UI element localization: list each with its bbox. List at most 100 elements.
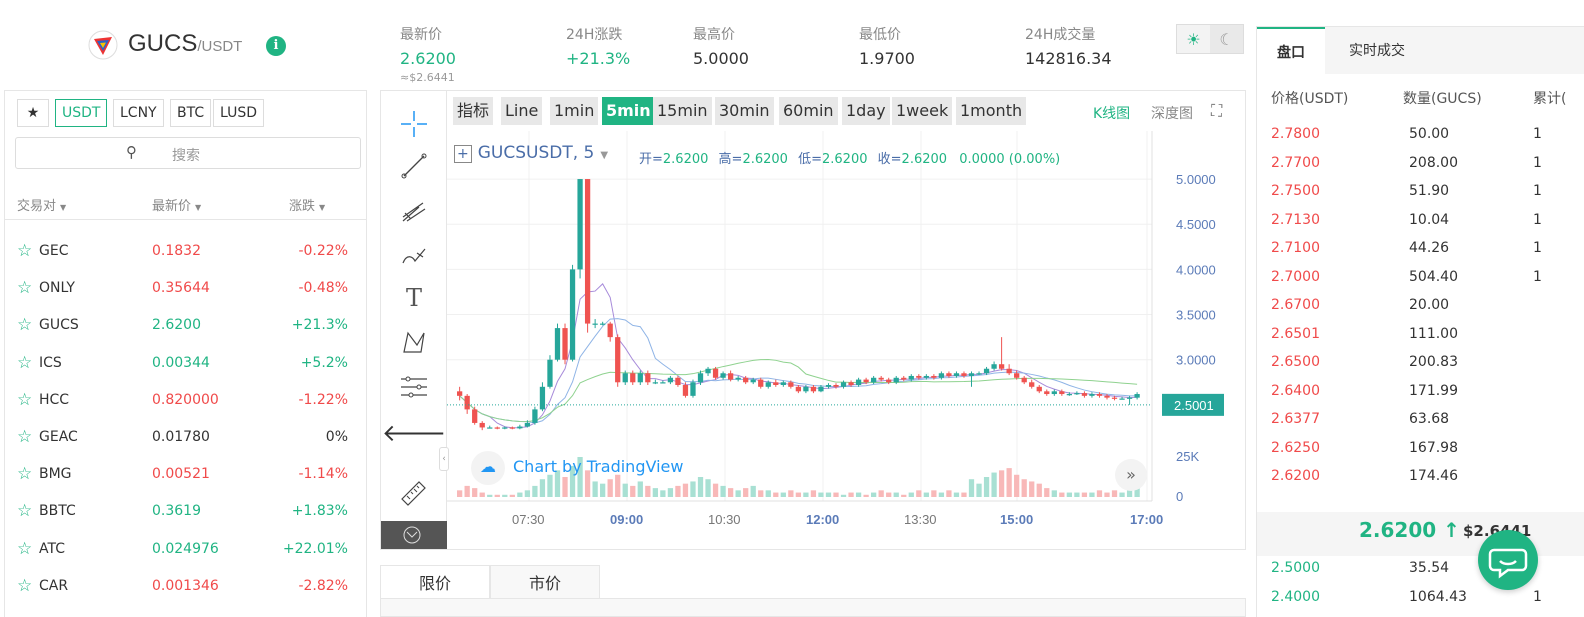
market-row[interactable]: ☆ GEAC 0.01780 0%: [5, 419, 366, 456]
volume-bar: [931, 490, 937, 497]
brush-icon[interactable]: [394, 237, 434, 271]
tradingview-watermark[interactable]: ☁ Chart by TradingView: [471, 451, 683, 485]
timeframe-button[interactable]: 1day: [842, 97, 890, 125]
ask-price: 2.6250: [1271, 439, 1320, 456]
kline-tab[interactable]: K线图: [1093, 103, 1130, 123]
text-icon[interactable]: T: [394, 281, 434, 315]
star-icon[interactable]: ☆: [17, 315, 32, 335]
star-icon[interactable]: ☆: [17, 576, 32, 596]
star-icon[interactable]: ☆: [17, 501, 32, 521]
market-row[interactable]: ☆ BMG 0.00521 -1.14%: [5, 456, 366, 493]
tab-market[interactable]: 市价: [490, 565, 600, 601]
chat-bubble-icon: [1488, 548, 1528, 579]
market-tab[interactable]: LUSD: [213, 99, 265, 127]
ask-row[interactable]: 2.7700 208.00 1: [1257, 151, 1584, 179]
info-icon[interactable]: i: [266, 36, 286, 56]
ma-line: [459, 318, 1138, 424]
volume-bar: [765, 490, 771, 497]
timeframe-button[interactable]: 1min: [550, 97, 599, 125]
market-tab[interactable]: USDT: [55, 99, 108, 127]
market-tab[interactable]: BTC: [170, 99, 212, 127]
column-pair[interactable]: 交易对 ▼: [17, 195, 66, 214]
back-arrow-icon[interactable]: 🡐: [382, 415, 446, 449]
depth-tab[interactable]: 深度图: [1151, 103, 1193, 123]
ask-row[interactable]: 2.7100 44.26 1: [1257, 236, 1584, 264]
market-row[interactable]: ☆ GEC 0.1832 -0.22%: [5, 233, 366, 270]
trendline-icon[interactable]: [394, 149, 434, 183]
pattern-icon[interactable]: [394, 325, 434, 359]
theme-switch[interactable]: ☀ ☾: [1176, 24, 1244, 54]
ask-cum: 1: [1533, 126, 1542, 142]
timeframe-button[interactable]: 60min: [779, 97, 838, 125]
market-row[interactable]: ☆ ICS 0.00344 +5.2%: [5, 345, 366, 382]
ask-row[interactable]: 2.6250 167.98: [1257, 436, 1584, 464]
scroll-right-button[interactable]: »: [1115, 459, 1147, 491]
candle-body: [1051, 391, 1057, 395]
search-input[interactable]: 搜索: [172, 145, 200, 165]
timeframe-button[interactable]: 15min: [653, 97, 712, 125]
ask-row[interactable]: 2.6700 20.00: [1257, 293, 1584, 321]
ruler-icon[interactable]: [394, 475, 434, 509]
star-icon[interactable]: ☆: [17, 390, 32, 410]
volume-bar: [1051, 490, 1057, 497]
column-change[interactable]: 涨跌 ▼: [289, 195, 325, 214]
chat-button[interactable]: [1478, 530, 1538, 590]
market-row[interactable]: ☆ ATC 0.024976 +22.01%: [5, 531, 366, 568]
ask-row[interactable]: 2.7130 10.04 1: [1257, 208, 1584, 236]
search-box[interactable]: ⚲ 搜索: [15, 137, 361, 169]
ask-row[interactable]: 2.6500 200.83: [1257, 350, 1584, 378]
timeframe-button[interactable]: 1week: [892, 97, 953, 125]
ask-row[interactable]: 2.6400 171.99: [1257, 379, 1584, 407]
measure-icon[interactable]: [394, 369, 434, 403]
market-row[interactable]: ☆ CAR 0.001346 -2.82%: [5, 568, 366, 605]
time-tick: 12:00: [806, 512, 839, 527]
star-icon[interactable]: ☆: [17, 241, 32, 261]
timeframe-button[interactable]: 5min: [602, 97, 655, 125]
time-tick: 15:00: [1000, 512, 1033, 527]
candle-body: [690, 382, 696, 396]
ask-row[interactable]: 2.6200 174.46: [1257, 464, 1584, 492]
candle-body: [818, 386, 824, 392]
market-tab[interactable]: LCNY: [113, 99, 164, 127]
fullscreen-icon[interactable]: ⛶: [1211, 101, 1222, 121]
volume-bar: [788, 490, 794, 497]
star-icon[interactable]: ☆: [17, 353, 32, 373]
ask-price: 2.7130: [1271, 211, 1320, 228]
column-price[interactable]: 最新价 ▼: [152, 195, 201, 214]
ask-row[interactable]: 2.6501 111.00: [1257, 322, 1584, 350]
timeframe-button[interactable]: 指标: [453, 97, 494, 125]
candle-body: [554, 328, 561, 360]
tab-trades[interactable]: 实时成交: [1329, 27, 1425, 75]
moon-icon[interactable]: ☾: [1210, 25, 1243, 53]
market-row[interactable]: ☆ HCC 0.820000 -1.22%: [5, 382, 366, 419]
favorites-tab[interactable]: ★: [17, 99, 49, 127]
star-icon[interactable]: ☆: [17, 539, 32, 559]
tab-limit[interactable]: 限价: [380, 565, 490, 601]
tab-orderbook[interactable]: 盘口: [1257, 27, 1325, 75]
fib-icon[interactable]: [394, 193, 434, 227]
pair-symbol: BBTC: [39, 503, 76, 520]
sun-icon[interactable]: ☀: [1177, 25, 1210, 53]
ask-row[interactable]: 2.7500 51.90 1: [1257, 179, 1584, 207]
collapse-toolbar-button[interactable]: [381, 521, 447, 549]
candle-body: [938, 373, 945, 378]
search-icon: ⚲: [126, 143, 137, 161]
market-row[interactable]: ☆ GUCS 2.6200 +21.3%: [5, 307, 366, 344]
toolbar-toggle[interactable]: ‹: [439, 447, 449, 471]
timeframe-button[interactable]: 1month: [956, 97, 1027, 125]
candle-body: [1066, 394, 1072, 396]
timeframe-button[interactable]: 30min: [715, 97, 774, 125]
orderbook-tabs: 盘口 实时成交: [1257, 26, 1584, 75]
candle-body: [946, 373, 952, 376]
market-row[interactable]: ☆ ONLY 0.35644 -0.48%: [5, 270, 366, 307]
star-icon[interactable]: ☆: [17, 427, 32, 447]
market-row[interactable]: ☆ BBTC 0.3619 +1.83%: [5, 493, 366, 530]
crosshair-icon[interactable]: [394, 107, 434, 141]
ask-row[interactable]: 2.6377 63.68: [1257, 407, 1584, 435]
star-icon[interactable]: ☆: [17, 278, 32, 298]
ask-row[interactable]: 2.7000 504.40 1: [1257, 265, 1584, 293]
chart-grid: [447, 131, 1152, 501]
star-icon[interactable]: ☆: [17, 464, 32, 484]
timeframe-button[interactable]: Line: [501, 97, 543, 125]
ask-row[interactable]: 2.7800 50.00 1: [1257, 122, 1584, 150]
